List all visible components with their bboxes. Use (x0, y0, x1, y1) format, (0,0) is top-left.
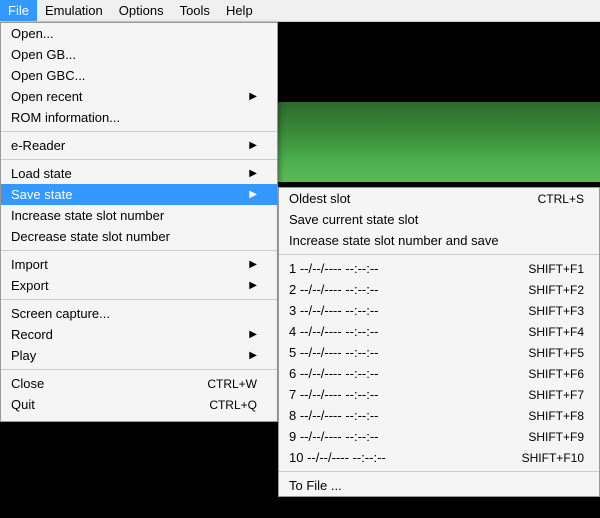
save-state-submenu: Oldest slot CTRL+S Save current state sl… (278, 187, 600, 497)
dropdown-container: Open... Open GB... Open GBC... Open rece… (0, 22, 278, 422)
sub-slot-6[interactable]: 6 --/--/---- --:--:-- SHIFT+F6 (279, 363, 599, 384)
menu-open-label: Open... (11, 26, 54, 41)
sub-slot-8-label: 8 --/--/---- --:--:-- (289, 408, 379, 423)
sub-slot-4-shortcut: SHIFT+F4 (528, 325, 584, 339)
menubar-help-label: Help (226, 3, 253, 18)
menu-screen-capture-label: Screen capture... (11, 306, 110, 321)
menu-open-gb-label: Open GB... (11, 47, 76, 62)
sub-slot-4[interactable]: 4 --/--/---- --:--:-- SHIFT+F4 (279, 321, 599, 342)
menu-quit-shortcut: CTRL+Q (209, 398, 257, 412)
sub-increase-save[interactable]: Increase state slot number and save (279, 230, 599, 251)
sub-slot-3-label: 3 --/--/---- --:--:-- (289, 303, 379, 318)
sub-slot-6-shortcut: SHIFT+F6 (528, 367, 584, 381)
menu-play-label: Play (11, 348, 36, 363)
sub-separator-2 (279, 471, 599, 472)
sub-slot-10-label: 10 --/--/---- --:--:-- (289, 450, 386, 465)
sub-slot-2[interactable]: 2 --/--/---- --:--:-- SHIFT+F2 (279, 279, 599, 300)
menu-quit-label: Quit (11, 397, 35, 412)
separator-4 (1, 299, 277, 300)
menubar-file-label: File (8, 3, 29, 18)
menu-decrease-slot[interactable]: Decrease state slot number (1, 226, 277, 247)
sub-slot-5[interactable]: 5 --/--/---- --:--:-- SHIFT+F5 (279, 342, 599, 363)
menubar: File Emulation Options Tools Help (0, 0, 600, 22)
menu-load-state-label: Load state (11, 166, 72, 181)
sub-oldest-slot-label: Oldest slot (289, 191, 350, 206)
menu-close[interactable]: Close CTRL+W (1, 373, 277, 394)
menu-open-recent[interactable]: Open recent (1, 86, 277, 107)
menu-import[interactable]: Import (1, 254, 277, 275)
menu-save-state[interactable]: Save state (1, 184, 277, 205)
sub-separator-1 (279, 254, 599, 255)
separator-5 (1, 369, 277, 370)
separator-1 (1, 131, 277, 132)
menu-open[interactable]: Open... (1, 23, 277, 44)
menu-ereader-label: e-Reader (11, 138, 65, 153)
sub-slot-3[interactable]: 3 --/--/---- --:--:-- SHIFT+F3 (279, 300, 599, 321)
menubar-emulation-label: Emulation (45, 3, 103, 18)
sub-slot-5-label: 5 --/--/---- --:--:-- (289, 345, 379, 360)
menu-export[interactable]: Export (1, 275, 277, 296)
menu-rom-info[interactable]: ROM information... (1, 107, 277, 128)
sub-slot-6-label: 6 --/--/---- --:--:-- (289, 366, 379, 381)
menubar-emulation[interactable]: Emulation (37, 0, 111, 21)
menu-increase-slot-label: Increase state slot number (11, 208, 164, 223)
sub-slot-8-shortcut: SHIFT+F8 (528, 409, 584, 423)
sub-slot-2-shortcut: SHIFT+F2 (528, 283, 584, 297)
sub-increase-save-label: Increase state slot number and save (289, 233, 499, 248)
menu-rom-info-label: ROM information... (11, 110, 120, 125)
menu-record[interactable]: Record (1, 324, 277, 345)
sub-slot-7[interactable]: 7 --/--/---- --:--:-- SHIFT+F7 (279, 384, 599, 405)
sub-to-file[interactable]: To File ... (279, 475, 599, 496)
separator-2 (1, 159, 277, 160)
sub-save-current[interactable]: Save current state slot (279, 209, 599, 230)
menu-export-label: Export (11, 278, 49, 293)
sub-slot-1-label: 1 --/--/---- --:--:-- (289, 261, 379, 276)
menu-play[interactable]: Play (1, 345, 277, 366)
sub-save-current-label: Save current state slot (289, 212, 418, 227)
menubar-tools-label: Tools (180, 3, 210, 18)
menu-increase-slot[interactable]: Increase state slot number (1, 205, 277, 226)
sub-slot-5-shortcut: SHIFT+F5 (528, 346, 584, 360)
sub-slot-9[interactable]: 9 --/--/---- --:--:-- SHIFT+F9 (279, 426, 599, 447)
sub-slot-8[interactable]: 8 --/--/---- --:--:-- SHIFT+F8 (279, 405, 599, 426)
menu-open-gbc-label: Open GBC... (11, 68, 85, 83)
file-menu: Open... Open GB... Open GBC... Open rece… (0, 22, 278, 422)
menu-screen-capture[interactable]: Screen capture... (1, 303, 277, 324)
sub-slot-1[interactable]: 1 --/--/---- --:--:-- SHIFT+F1 (279, 258, 599, 279)
menu-open-gbc[interactable]: Open GBC... (1, 65, 277, 86)
menubar-options[interactable]: Options (111, 0, 172, 21)
sub-to-file-label: To File ... (289, 478, 342, 493)
sub-oldest-slot[interactable]: Oldest slot CTRL+S (279, 188, 599, 209)
menu-load-state[interactable]: Load state (1, 163, 277, 184)
sub-oldest-slot-shortcut: CTRL+S (538, 192, 584, 206)
menu-record-label: Record (11, 327, 53, 342)
sub-slot-1-shortcut: SHIFT+F1 (528, 262, 584, 276)
sub-slot-10[interactable]: 10 --/--/---- --:--:-- SHIFT+F10 (279, 447, 599, 468)
menu-open-gb[interactable]: Open GB... (1, 44, 277, 65)
separator-3 (1, 250, 277, 251)
menu-import-label: Import (11, 257, 48, 272)
menubar-help[interactable]: Help (218, 0, 261, 21)
sub-slot-7-label: 7 --/--/---- --:--:-- (289, 387, 379, 402)
menu-open-recent-label: Open recent (11, 89, 83, 104)
sub-slot-9-shortcut: SHIFT+F9 (528, 430, 584, 444)
menu-ereader[interactable]: e-Reader (1, 135, 277, 156)
sub-slot-7-shortcut: SHIFT+F7 (528, 388, 584, 402)
sub-slot-9-label: 9 --/--/---- --:--:-- (289, 429, 379, 444)
menubar-tools[interactable]: Tools (172, 0, 218, 21)
sub-slot-2-label: 2 --/--/---- --:--:-- (289, 282, 379, 297)
sub-slot-4-label: 4 --/--/---- --:--:-- (289, 324, 379, 339)
sub-slot-3-shortcut: SHIFT+F3 (528, 304, 584, 318)
menu-close-shortcut: CTRL+W (207, 377, 257, 391)
menubar-file[interactable]: File (0, 0, 37, 21)
menu-close-label: Close (11, 376, 44, 391)
menu-save-state-label: Save state (11, 187, 72, 202)
sub-slot-10-shortcut: SHIFT+F10 (522, 451, 584, 465)
menu-quit[interactable]: Quit CTRL+Q (1, 394, 277, 415)
menubar-options-label: Options (119, 3, 164, 18)
menu-decrease-slot-label: Decrease state slot number (11, 229, 170, 244)
